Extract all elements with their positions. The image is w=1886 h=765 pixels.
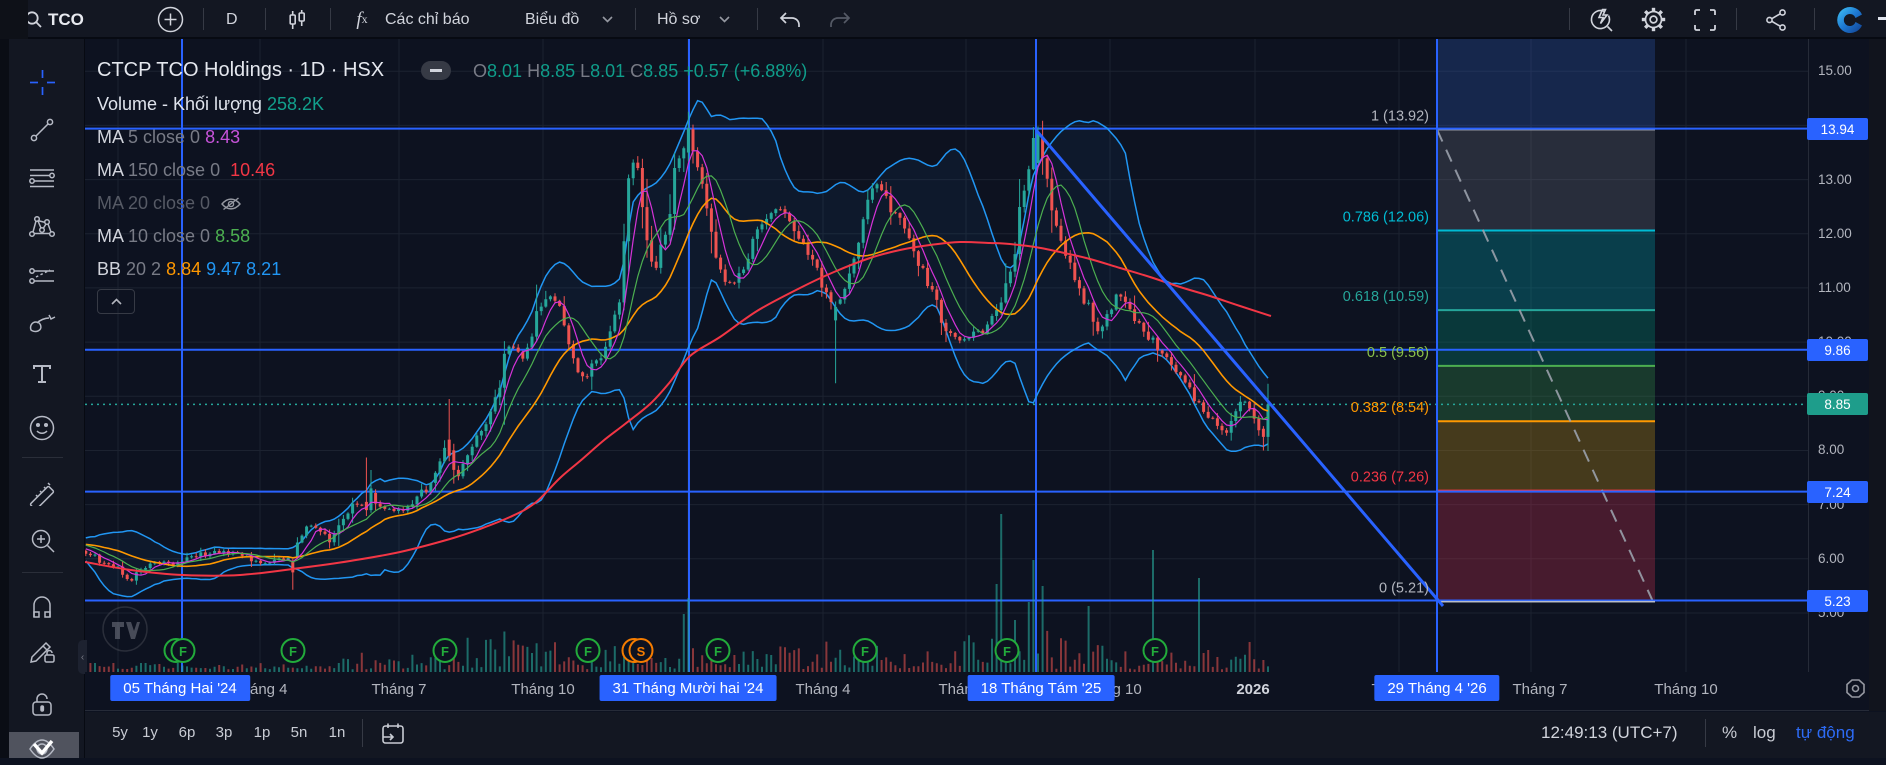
svg-text:F: F (861, 644, 869, 659)
svg-text:F: F (714, 644, 722, 659)
svg-text:0.786 (12.06): 0.786 (12.06) (1343, 210, 1429, 226)
svg-text:F: F (584, 644, 592, 659)
svg-text:F: F (179, 644, 187, 659)
svg-text:F: F (289, 644, 297, 659)
svg-text:F: F (1151, 644, 1159, 659)
svg-text:F: F (441, 644, 449, 659)
svg-text:1 (13.92): 1 (13.92) (1371, 109, 1429, 125)
svg-text:0.5 (9.56): 0.5 (9.56) (1367, 345, 1429, 361)
svg-text:S: S (637, 644, 646, 659)
svg-text:0.382 (8.54): 0.382 (8.54) (1351, 400, 1429, 416)
svg-text:F: F (1003, 644, 1011, 659)
svg-text:0.236 (7.26): 0.236 (7.26) (1351, 470, 1429, 486)
svg-text:0 (5.21): 0 (5.21) (1379, 581, 1429, 597)
svg-text:0.618 (10.59): 0.618 (10.59) (1343, 289, 1429, 305)
